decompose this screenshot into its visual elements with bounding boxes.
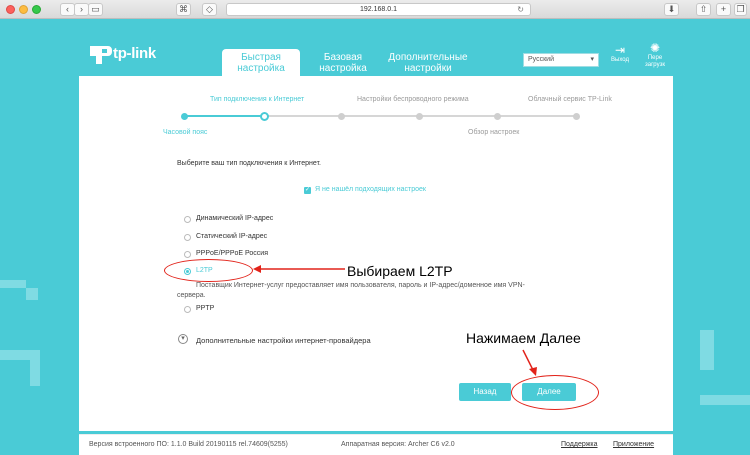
sidebar-toggle-button[interactable]: ▭	[88, 3, 103, 16]
annotation-press-next: Нажимаем Далее	[466, 330, 581, 346]
advanced-isp-settings-link[interactable]: Дополнительные настройки интернет-провай…	[196, 336, 371, 345]
tab-label: настройка	[319, 63, 367, 74]
tab-label: Базовая	[323, 52, 363, 63]
tab-label: Дополнительные	[388, 52, 468, 63]
l2tp-description: Поставщик Интернет-услуг предоставляет и…	[196, 282, 525, 289]
tabs-icon: ❐	[736, 4, 745, 14]
decor-shape	[700, 395, 750, 405]
decor-shape	[30, 360, 40, 386]
logout-label: Выход	[611, 57, 629, 63]
step-label-cloud: Облачный сервис TP-Link	[528, 96, 612, 103]
puzzle-icon: ⌘	[179, 4, 188, 14]
minimize-window-button[interactable]	[19, 5, 28, 14]
step-dot-connection	[260, 112, 269, 121]
step-dot	[573, 113, 580, 120]
option-pptp-label[interactable]: PPTP	[196, 305, 214, 312]
close-window-button[interactable]	[6, 5, 15, 14]
annotation-circle-next	[511, 375, 599, 410]
annotation-circle-l2tp	[164, 259, 253, 282]
main-panel: Тип подключения к Интернет Настройки бес…	[79, 76, 673, 431]
step-dot-timezone	[181, 113, 188, 120]
connection-type-prompt: Выберите ваш тип подключения к Интернет.	[177, 160, 321, 167]
decor-shape	[700, 330, 714, 370]
tab-quick-setup[interactable]: Быстрая настройка	[222, 49, 300, 76]
hardware-version: Аппаратная версия: Archer C6 v2.0	[341, 441, 455, 448]
address-bar[interactable]: 192.168.0.1 ↻	[226, 3, 531, 16]
expand-advanced-icon[interactable]: ▾	[178, 334, 188, 344]
footer: Версия встроенного ПО: 1.1.0 Build 20190…	[79, 434, 673, 455]
tab-label: Быстрая	[241, 52, 281, 63]
reboot-button[interactable]: ✺ Пере загрузк	[640, 42, 670, 69]
plus-icon: +	[720, 4, 727, 14]
radio-pptp[interactable]	[184, 306, 191, 313]
step-label-review: Обзор настроек	[468, 129, 520, 136]
annotation-arrow-left-icon	[253, 265, 345, 273]
tp-link-logo-icon	[90, 46, 112, 64]
app-link[interactable]: Приложение	[613, 441, 654, 448]
option-pppoe-label[interactable]: PPPoE/PPPoE Россия	[196, 250, 268, 257]
radio-static-ip[interactable]	[184, 234, 191, 241]
back-button[interactable]: Назад	[459, 383, 511, 401]
annotation-choose-l2tp: Выбираем L2TP	[347, 263, 453, 279]
decor-shape	[0, 350, 40, 360]
not-found-label[interactable]: Я не нашёл подходящих настроек	[315, 186, 426, 193]
step-label-wireless: Настройки беспроводного режима	[357, 96, 469, 103]
chevron-down-icon: ▾	[590, 56, 594, 63]
progress-line-done	[185, 115, 264, 117]
sidebar-icon: ▭	[91, 4, 100, 14]
radio-dynamic-ip[interactable]	[184, 216, 191, 223]
step-label-timezone: Часовой пояс	[163, 129, 208, 136]
l2tp-description-cont: сервера.	[177, 292, 206, 299]
annotation-arrow-down-icon	[522, 349, 537, 376]
firmware-version: Версия встроенного ПО: 1.1.0 Build 20190…	[89, 441, 288, 448]
decor-shape	[26, 288, 38, 300]
downloads-button[interactable]: ⬇	[664, 3, 679, 16]
logo-text: tp-link	[113, 45, 156, 62]
tab-overview-button[interactable]: ❐	[734, 3, 747, 16]
tab-basic[interactable]: Базовая настройка	[308, 49, 378, 74]
shield-button[interactable]: ◇	[202, 3, 217, 16]
share-button[interactable]: ⇧	[696, 3, 711, 16]
support-link[interactable]: Поддержка	[561, 441, 598, 448]
reboot-label: загрузк	[645, 62, 665, 68]
back-nav-button[interactable]: ‹	[60, 3, 75, 16]
reboot-icon: ✺	[649, 41, 661, 55]
logout-button[interactable]: ⇥ Выход	[609, 44, 631, 64]
step-dot	[494, 113, 501, 120]
chevron-right-icon: ›	[80, 4, 83, 14]
step-label-connection: Тип подключения к Интернет	[210, 96, 305, 103]
tab-advanced[interactable]: Дополнительные настройки	[380, 49, 476, 74]
zoom-window-button[interactable]	[32, 5, 41, 14]
browser-toolbar: ‹ › ▭ ⌘ ◇ 192.168.0.1 ↻ ⬇ ⇧ + ❐	[0, 0, 750, 19]
radio-pppoe[interactable]	[184, 251, 191, 258]
tab-label: настройка	[237, 63, 285, 74]
reboot-label: Пере	[647, 55, 663, 61]
shield-icon: ◇	[206, 4, 213, 14]
language-select[interactable]: Русский ▾	[523, 53, 599, 67]
option-static-ip-label[interactable]: Статический IP-адрес	[196, 233, 267, 240]
step-dot	[416, 113, 423, 120]
language-value: Русский	[528, 56, 554, 63]
logout-icon: ⇥	[614, 43, 626, 57]
share-icon: ⇧	[699, 4, 708, 14]
url-text: 192.168.0.1	[360, 6, 397, 13]
tab-label: настройки	[404, 63, 452, 74]
chevron-left-icon: ‹	[66, 4, 69, 14]
download-icon: ⬇	[667, 4, 676, 14]
step-dot	[338, 113, 345, 120]
extension-button[interactable]: ⌘	[176, 3, 191, 16]
decor-shape	[0, 280, 26, 288]
forward-nav-button[interactable]: ›	[74, 3, 89, 16]
new-tab-button[interactable]: +	[716, 3, 731, 16]
option-dynamic-ip-label[interactable]: Динамический IP-адрес	[196, 215, 273, 222]
reload-icon[interactable]: ↻	[517, 4, 524, 16]
not-found-checkbox[interactable]: ✓	[304, 187, 311, 194]
